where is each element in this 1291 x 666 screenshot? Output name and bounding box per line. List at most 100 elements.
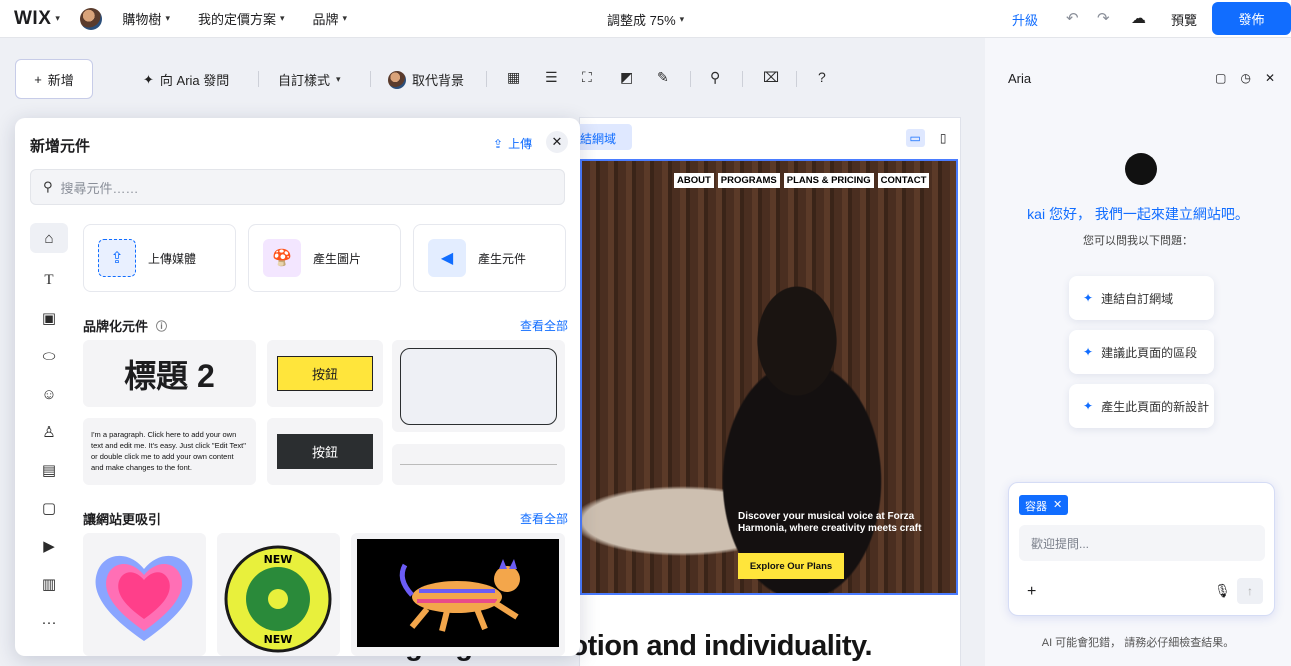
explore-plans-button[interactable]: Explore Our Plans	[738, 553, 844, 579]
history-icon[interactable]: ◷	[1240, 71, 1250, 85]
fit-icon[interactable]: ⛶	[582, 69, 592, 86]
help-icon[interactable]: ?	[818, 69, 826, 85]
aria-greeting: kai 您好， 我們一起來建立網站吧。	[1027, 206, 1249, 222]
image-icon[interactable]: ▣	[30, 299, 68, 337]
generate-image-card[interactable]: 🍄 產生圖片	[248, 224, 401, 292]
upgrade-link[interactable]: 升級	[1012, 10, 1038, 29]
heart-icon	[95, 555, 193, 641]
line-element[interactable]	[392, 444, 565, 485]
divider	[690, 71, 691, 87]
plus-icon[interactable]: +	[1027, 583, 1036, 601]
nav-programs[interactable]: PROGRAMS	[717, 173, 780, 188]
new-badge-sticker[interactable]: NEW NEW	[217, 533, 340, 656]
badge-text-bottom: NEW	[264, 633, 293, 646]
avatar[interactable]	[80, 7, 103, 30]
brand-menu[interactable]: 品牌 ▾	[313, 9, 348, 28]
list-icon[interactable]: ▥	[30, 565, 68, 603]
suggestion-sections[interactable]: ✦ 建議此頁面的區段	[1069, 330, 1214, 374]
cat-sticker[interactable]	[351, 533, 565, 656]
dark-button-element[interactable]: 按鈕	[267, 418, 383, 485]
site-name: 購物樹	[122, 12, 162, 27]
nav-about[interactable]: ABOUT	[674, 173, 714, 188]
zoom-dropdown[interactable]: 調整成 75% ▾	[607, 10, 684, 29]
design-icon[interactable]: ✎	[657, 69, 669, 86]
layers-icon[interactable]: ▤	[30, 451, 68, 489]
ask-aria-label: 向 Aria 發問	[159, 73, 230, 88]
close-icon[interactable]: ✕	[1265, 71, 1275, 85]
see-all-branded-link[interactable]: 查看全部	[520, 317, 568, 334]
send-icon[interactable]: ↑	[1237, 578, 1263, 604]
site-menu[interactable]: 購物樹 ▾	[122, 9, 170, 28]
desktop-icon[interactable]: ▭	[905, 129, 925, 147]
custom-style-dropdown[interactable]: 自訂樣式 ▾	[278, 70, 341, 89]
container-icon[interactable]: ▢	[30, 489, 68, 527]
text-icon[interactable]: T	[30, 261, 68, 299]
divider	[486, 71, 487, 87]
zoom-search-icon[interactable]: ⚲	[710, 69, 720, 86]
suggestion-connect-domain[interactable]: ✦ 連結自訂網域	[1069, 276, 1214, 320]
add-elements-panel: 新增元件 ⇪ 上傳 ✕ ⚲ 搜尋元件…… ⌂ T ▣ ⬭ ☺ ♙ ▤ ▢ ▶ ▥ ·…	[15, 118, 580, 656]
hero-section[interactable]: ABOUT PROGRAMS PLANS & PRICING CONTACT D…	[580, 159, 958, 595]
connect-domain-chip[interactable]: 結網域	[574, 124, 632, 150]
info-icon[interactable]: ⓘ	[156, 318, 167, 334]
ask-aria-button[interactable]: ✦ 向 Aria 發問	[143, 70, 229, 89]
microphone-icon[interactable]: 🎙	[1214, 583, 1231, 599]
wix-logo[interactable]: WIX ▾	[14, 8, 60, 30]
heart-sticker[interactable]	[83, 533, 206, 656]
button-icon[interactable]: ⬭	[30, 337, 68, 375]
aria-avatar	[1125, 153, 1157, 185]
chat-icon[interactable]: ▢	[1215, 71, 1226, 85]
plus-icon: +	[34, 71, 42, 87]
brush-icon[interactable]: ⌧	[763, 69, 779, 86]
close-icon[interactable]: ✕	[546, 131, 568, 153]
background-thumb-icon	[388, 70, 406, 89]
suggestion-label: 連結自訂網域	[1101, 291, 1174, 306]
upload-media-card[interactable]: ⇪ 上傳媒體	[83, 224, 236, 292]
sparkle-icon: ✦	[1083, 399, 1094, 413]
nav-contact[interactable]: CONTACT	[877, 173, 930, 188]
custom-style-label: 自訂樣式	[278, 73, 331, 88]
home-icon[interactable]: ⌂	[30, 223, 68, 253]
hero-tagline[interactable]: Discover your musical voice at Forza Har…	[738, 511, 948, 535]
publish-button[interactable]: 發佈	[1212, 2, 1291, 35]
cat-icon	[399, 559, 520, 632]
emoji-icon[interactable]: ☺	[30, 375, 68, 413]
align-icon[interactable]: ☰	[545, 69, 558, 86]
close-icon[interactable]: ✕	[1053, 498, 1062, 512]
chat-input[interactable]: 歡迎提問...	[1019, 525, 1265, 561]
more-icon[interactable]: ···	[30, 603, 68, 641]
logo-text: WIX	[14, 7, 52, 29]
person-icon[interactable]: ♙	[30, 413, 68, 451]
heading-element[interactable]: 標題 2	[83, 340, 256, 407]
cloud-save-icon[interactable]: ☁	[1131, 9, 1146, 27]
line-sample	[400, 464, 557, 465]
video-icon[interactable]: ▶	[30, 527, 68, 565]
pricing-plans-label: 我的定價方案	[197, 12, 276, 27]
context-chip[interactable]: 容器 ✕	[1019, 495, 1069, 515]
divider	[370, 71, 371, 87]
mobile-icon[interactable]: ▯	[940, 131, 947, 145]
nav-plans[interactable]: PLANS & PRICING	[783, 173, 874, 188]
suggestion-label: 建議此頁面的區段	[1101, 345, 1198, 360]
branded-title-text: 品牌化元件	[83, 319, 149, 334]
add-element-button[interactable]: + 新增	[15, 59, 93, 99]
redo-icon[interactable]: ↷	[1097, 9, 1110, 27]
upload-link[interactable]: ⇪ 上傳	[493, 135, 532, 152]
generate-element-card[interactable]: ◀ 產生元件	[413, 224, 566, 292]
suggestion-new-design[interactable]: ✦ 產生此頁面的新設計	[1069, 384, 1214, 428]
paragraph-element[interactable]: I'm a paragraph. Click here to add your …	[83, 418, 256, 485]
shadow-icon[interactable]: ◩	[620, 69, 633, 86]
yellow-button-element[interactable]: 按鈕	[267, 340, 383, 407]
see-all-attractive-link[interactable]: 查看全部	[520, 510, 568, 527]
pattern-icon[interactable]: ▦	[507, 69, 520, 86]
chevron-down-icon: ▾	[342, 13, 348, 23]
pricing-plans-menu[interactable]: 我的定價方案 ▾	[198, 9, 285, 28]
aria-title: Aria	[1008, 71, 1032, 86]
preview-button[interactable]: 預覽	[1171, 10, 1197, 29]
box-element[interactable]	[392, 340, 565, 432]
replace-background-button[interactable]: 取代背景	[388, 70, 464, 89]
undo-icon[interactable]: ↶	[1066, 9, 1079, 27]
divider	[796, 71, 797, 87]
search-input[interactable]: ⚲ 搜尋元件……	[30, 169, 565, 205]
chat-box: 容器 ✕ 歡迎提問... + 🎙 ↑	[1008, 482, 1275, 616]
